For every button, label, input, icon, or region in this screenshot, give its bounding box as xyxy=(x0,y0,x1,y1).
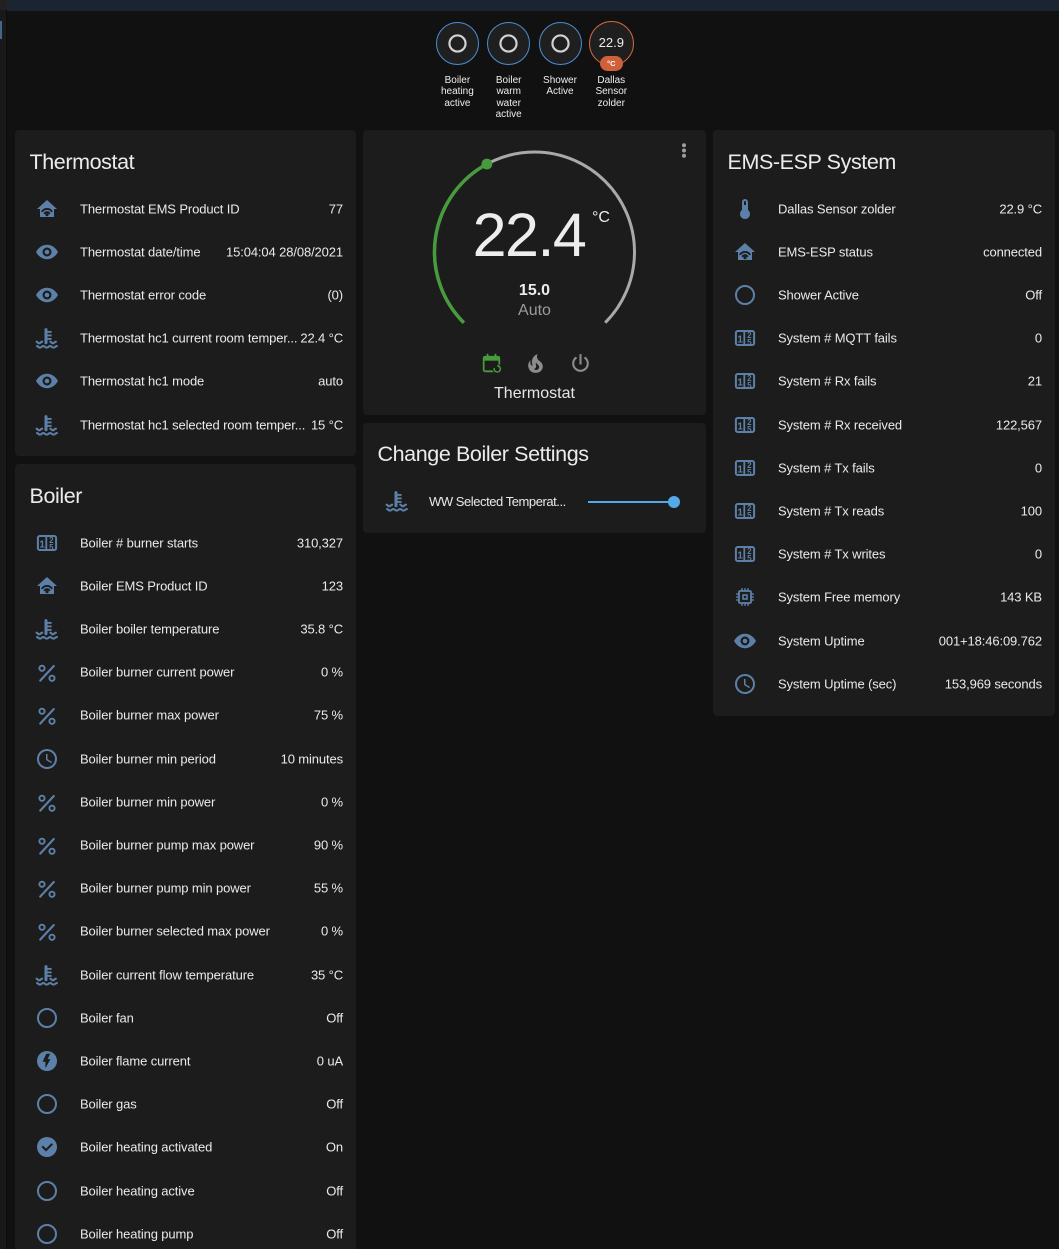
svg-text:5: 5 xyxy=(747,511,752,520)
svg-text:1: 1 xyxy=(737,464,743,475)
svg-text:1: 1 xyxy=(737,421,743,432)
svg-text:5: 5 xyxy=(747,338,752,347)
svg-text:1: 1 xyxy=(737,378,743,389)
svg-text:5: 5 xyxy=(49,543,54,552)
svg-text:5: 5 xyxy=(747,425,752,434)
svg-text:1: 1 xyxy=(737,507,743,518)
svg-text:1: 1 xyxy=(737,551,743,562)
svg-text:5: 5 xyxy=(747,468,752,477)
svg-text:1: 1 xyxy=(39,539,45,550)
svg-text:5: 5 xyxy=(747,381,752,390)
svg-text:1: 1 xyxy=(737,335,743,346)
svg-text:5: 5 xyxy=(747,554,752,563)
